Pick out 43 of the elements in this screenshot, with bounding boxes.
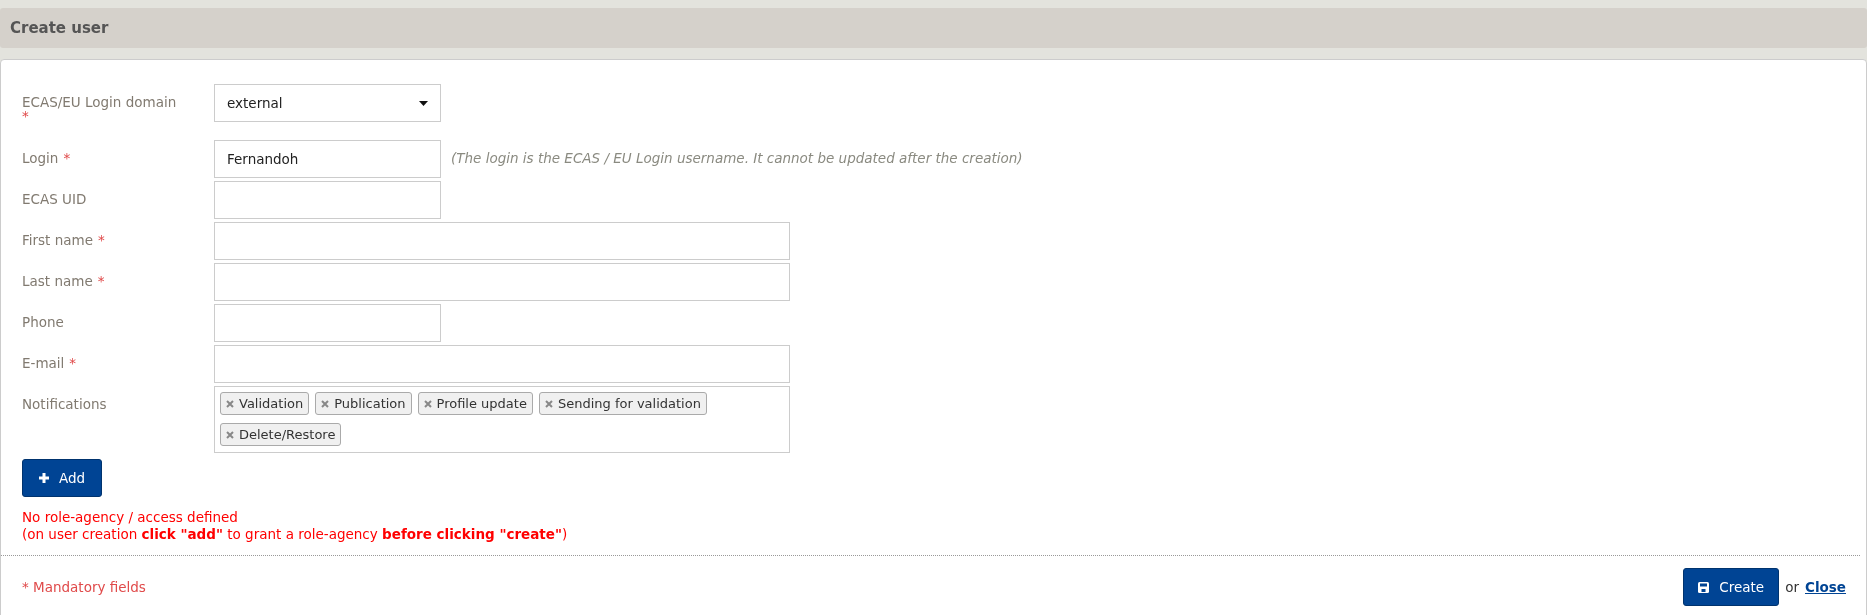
field-hint: (The login is the ECAS / EU Login username. It cannot be updated after the creation) [451,149,1023,166]
input-field[interactable] [214,181,441,219]
required-mark: * [69,355,77,371]
save-icon [1698,581,1710,593]
notification-tag[interactable]: Validation [220,392,310,415]
input-field[interactable] [214,345,790,383]
required-mark: * [97,273,105,289]
warning-text: No role-agency / access defined [22,509,239,526]
or-text: or [1785,579,1799,595]
field-label: Phone [22,314,64,330]
input-field[interactable] [214,304,441,342]
domain-select[interactable]: external [214,84,441,122]
field-label: Last name [22,273,93,289]
page-title: Create user [10,19,109,37]
remove-icon[interactable] [544,399,553,408]
field-label: Login [22,150,59,166]
input-field[interactable] [214,222,790,260]
remove-icon[interactable] [226,430,234,439]
notification-tag[interactable]: Sending for validation [538,392,707,415]
notification-tag[interactable]: Delete/Restore [220,423,342,446]
mandatory-note: * Mandatory fields [22,579,146,595]
required-mark: * [63,150,71,166]
field-label: ECAS/EU Login domain [22,94,177,110]
notification-tag[interactable]: Profile update [417,392,533,415]
warning-text: (on user creation click "add" to grant a role-agency before clicking "create") [22,526,569,543]
remove-icon[interactable] [423,399,432,408]
add-button[interactable]: Add [22,459,103,497]
caret-icon [419,100,428,106]
create-button[interactable]: Create [1683,568,1780,606]
notification-tag[interactable]: Publication [315,392,412,415]
field-label: First name [22,232,93,248]
remove-icon[interactable] [321,399,330,408]
field-label: E-mail [22,355,65,371]
required-mark: * [22,110,29,122]
input-field[interactable] [214,263,790,301]
field-label: ECAS UID [22,191,87,207]
plus-icon [39,473,49,483]
tags-field[interactable]: Validation Publication Profile update Sending for validation Delete/Restore [214,386,790,453]
remove-icon[interactable] [226,399,234,408]
input-field[interactable]: Fernandoh [214,140,441,178]
field-label: Notifications [22,396,107,412]
close-link[interactable]: Close [1805,579,1846,595]
required-mark: * [98,232,105,248]
